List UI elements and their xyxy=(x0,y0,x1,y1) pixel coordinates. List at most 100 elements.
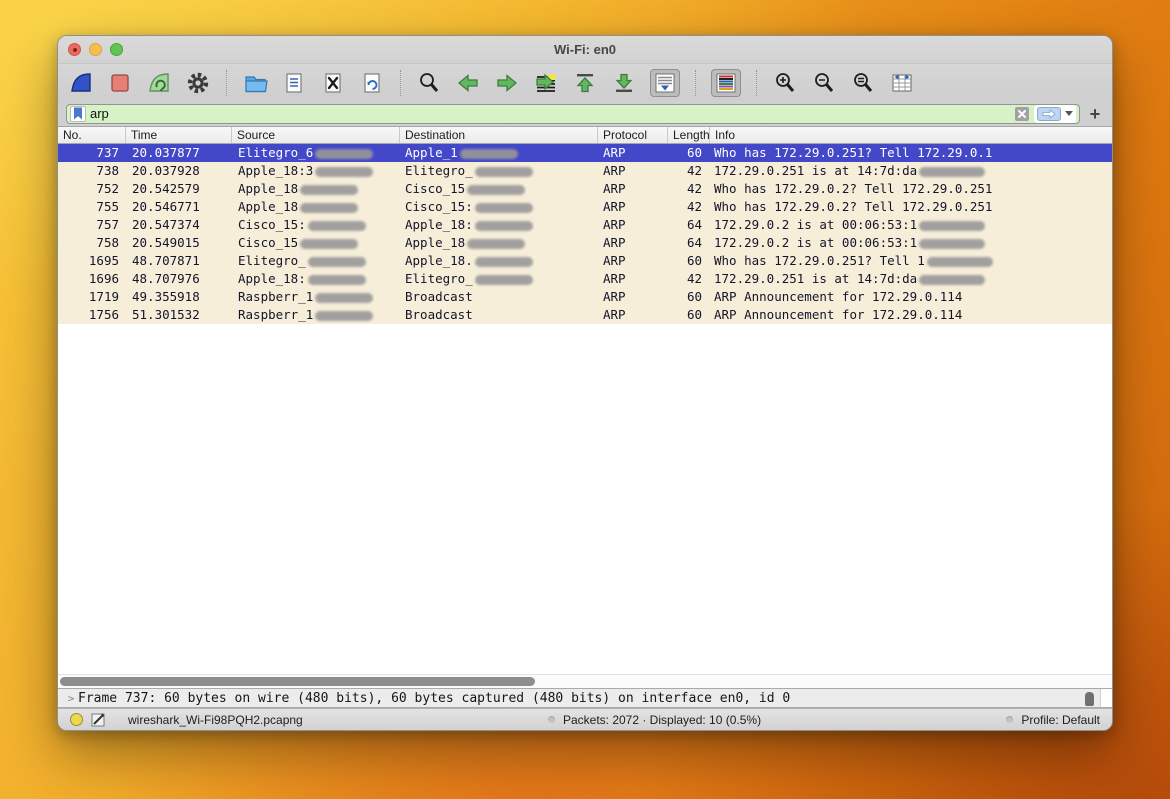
column-header-protocol[interactable]: Protocol xyxy=(598,127,668,143)
detail-frame-summary[interactable]: Frame 737: 60 bytes on wire (480 bits), … xyxy=(78,691,1112,706)
detail-expander-icon[interactable]: > xyxy=(64,692,78,705)
restart-capture-fin-icon[interactable] xyxy=(146,70,172,96)
find-packet-magnifier-icon[interactable] xyxy=(416,70,442,96)
cell-info: Who has 172.29.0.251? Tell 1 xyxy=(710,252,1112,270)
capture-comment-icon[interactable] xyxy=(91,712,106,727)
capture-filename: wireshark_Wi-Fi98PQH2.pcapng xyxy=(128,712,303,727)
close-file-doc-icon[interactable] xyxy=(320,70,346,96)
filter-add-button[interactable]: + xyxy=(1086,105,1104,123)
filter-history-caret-icon[interactable] xyxy=(1065,111,1073,116)
cell-time: 20.547374 xyxy=(132,217,200,232)
stop-capture-icon[interactable] xyxy=(107,70,133,96)
cell-length: 42 xyxy=(686,163,702,178)
filter-clear-icon[interactable] xyxy=(1014,106,1030,122)
packet-list: No. Time Source Destination Protocol Len… xyxy=(58,127,1112,688)
status-separator-dot xyxy=(1006,716,1014,723)
column-header-info[interactable]: Info xyxy=(710,127,1112,143)
window-title: Wi-Fi: en0 xyxy=(554,42,616,57)
cell-length: 42 xyxy=(686,199,702,214)
table-row[interactable]: 1695 48.707871 Elitegro_ Apple_18. ARP 6… xyxy=(58,252,1112,270)
go-back-arrow-icon[interactable] xyxy=(455,70,481,96)
filter-bookmark-icon[interactable] xyxy=(70,105,86,122)
table-row[interactable]: 1756 51.301532 Raspberr_1 Broadcast ARP … xyxy=(58,306,1112,324)
cell-time: 51.301532 xyxy=(132,307,200,322)
cell-no: 1719 xyxy=(88,289,119,304)
toolbar-separator xyxy=(400,69,401,96)
zoom-in-magnifier-icon[interactable] xyxy=(772,70,798,96)
column-header-no[interactable]: No. xyxy=(58,127,126,143)
redacted-smudge xyxy=(474,274,533,285)
horizontal-scrollbar-thumb[interactable] xyxy=(60,677,535,686)
redacted-smudge xyxy=(474,202,533,213)
expert-info-icon[interactable] xyxy=(70,713,83,726)
table-row[interactable]: 738 20.037928 Apple_18:3 Elitegro_ ARP 4… xyxy=(58,162,1112,180)
cell-source: Elitegro_6 xyxy=(232,144,400,162)
cell-source: Apple_18 xyxy=(232,180,400,198)
cell-protocol: ARP xyxy=(603,181,626,196)
cell-protocol: ARP xyxy=(603,145,626,160)
redacted-smudge xyxy=(474,220,533,231)
column-header-length[interactable]: Length xyxy=(668,127,710,143)
zoom-reset-magnifier-icon[interactable] xyxy=(850,70,876,96)
packet-list-empty-area xyxy=(58,324,1112,674)
start-capture-fin-icon[interactable] xyxy=(68,70,94,96)
cell-no: 1696 xyxy=(88,271,119,286)
cell-no: 738 xyxy=(96,163,119,178)
title-bar[interactable]: Wi-Fi: en0 xyxy=(58,36,1112,64)
auto-scroll-icon[interactable] xyxy=(650,68,680,97)
packet-detail-pane[interactable]: > Frame 737: 60 bytes on wire (480 bits)… xyxy=(58,688,1112,708)
cell-time: 48.707976 xyxy=(132,271,200,286)
cell-info: 172.29.0.2 is at 00:06:53:1 xyxy=(710,234,1112,252)
packet-list-header[interactable]: No. Time Source Destination Protocol Len… xyxy=(58,127,1112,144)
cell-destination: Cisco_15: xyxy=(400,198,598,216)
table-row[interactable]: 755 20.546771 Apple_18 Cisco_15: ARP 42 … xyxy=(58,198,1112,216)
go-to-bottom-arrow-icon[interactable] xyxy=(611,70,637,96)
cell-info: Who has 172.29.0.2? Tell 172.29.0.251 xyxy=(714,181,993,196)
column-header-source[interactable]: Source xyxy=(232,127,400,143)
cell-time: 49.355918 xyxy=(132,289,200,304)
zoom-out-magnifier-icon[interactable] xyxy=(811,70,837,96)
table-row[interactable]: 758 20.549015 Cisco_15 Apple_18 ARP 64 1… xyxy=(58,234,1112,252)
horizontal-scrollbar[interactable] xyxy=(58,674,1112,688)
table-row[interactable]: 1719 49.355918 Raspberr_1 Broadcast ARP … xyxy=(58,288,1112,306)
detail-vertical-scrollbar-thumb[interactable] xyxy=(1085,692,1094,706)
table-row[interactable]: 737 20.037877 Elitegro_6 Apple_1 ARP 60 … xyxy=(58,144,1112,162)
display-filter-field[interactable] xyxy=(66,103,1080,124)
cell-destination: Broadcast xyxy=(405,289,473,304)
colorize-packets-icon[interactable] xyxy=(711,68,741,97)
cell-source: Apple_18 xyxy=(232,198,400,216)
reload-file-doc-icon[interactable] xyxy=(359,70,385,96)
table-row[interactable]: 1696 48.707976 Apple_18: Elitegro_ ARP 4… xyxy=(58,270,1112,288)
redacted-smudge xyxy=(919,220,986,231)
column-header-destination[interactable]: Destination xyxy=(400,127,598,143)
display-filter-input[interactable] xyxy=(90,106,1010,121)
cell-destination: Cisco_15 xyxy=(400,180,598,198)
cell-destination: Apple_1 xyxy=(400,144,598,162)
resize-columns-icon[interactable] xyxy=(889,70,915,96)
redacted-smudge xyxy=(307,220,366,231)
cell-protocol: ARP xyxy=(603,235,626,250)
column-header-time[interactable]: Time xyxy=(126,127,232,143)
cell-protocol: ARP xyxy=(603,307,626,322)
packet-counts: Packets: 2072 · Displayed: 10 (0.5%) xyxy=(562,712,762,727)
open-file-folder-icon[interactable] xyxy=(242,70,268,96)
table-row[interactable]: 752 20.542579 Apple_18 Cisco_15 ARP 42 W… xyxy=(58,180,1112,198)
filter-apply-arrow-icon[interactable] xyxy=(1037,106,1061,121)
toolbar-separator xyxy=(695,69,696,96)
cell-protocol: ARP xyxy=(603,217,626,232)
go-to-packet-icon[interactable] xyxy=(533,70,559,96)
go-to-top-arrow-icon[interactable] xyxy=(572,70,598,96)
filter-apply-group xyxy=(1034,104,1076,123)
cell-time: 20.549015 xyxy=(132,235,200,250)
filter-bar: + xyxy=(58,101,1112,127)
cell-protocol: ARP xyxy=(603,199,626,214)
save-file-doc-icon[interactable] xyxy=(281,70,307,96)
profile-label[interactable]: Profile: Default xyxy=(1021,713,1100,727)
go-forward-arrow-icon[interactable] xyxy=(494,70,520,96)
redacted-smudge xyxy=(467,184,526,195)
toolbar-separator xyxy=(226,69,227,96)
table-row[interactable]: 757 20.547374 Cisco_15: Apple_18: ARP 64… xyxy=(58,216,1112,234)
cell-no: 758 xyxy=(96,235,119,250)
capture-options-gear-icon[interactable] xyxy=(185,70,211,96)
cell-length: 60 xyxy=(686,145,702,160)
